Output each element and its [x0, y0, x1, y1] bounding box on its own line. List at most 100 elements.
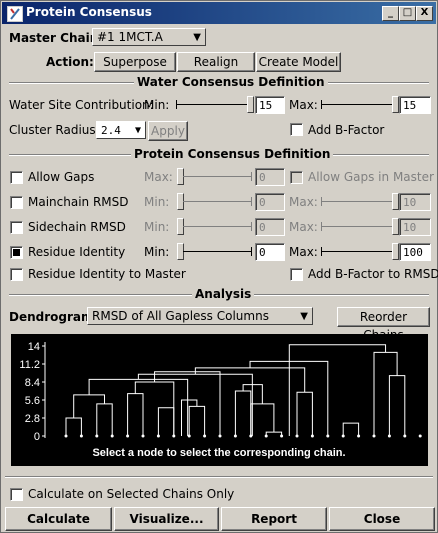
mainchain-max-track[interactable]	[322, 201, 394, 202]
dendrogram-value: RMSD of All Gapless Columns	[92, 309, 269, 323]
identity-to-master-label: Residue Identity to Master	[28, 267, 186, 281]
identity-min-field[interactable]: 0	[255, 243, 285, 261]
allow-gaps-master-checkbox[interactable]	[290, 171, 303, 184]
dendrogram-link[interactable]	[250, 403, 275, 436]
residue-identity-label: Residue Identity	[28, 245, 126, 259]
water-min-slider-thumb[interactable]	[247, 96, 254, 113]
water-min-slider-track[interactable]	[177, 104, 251, 105]
dendrogram-link[interactable]	[96, 403, 113, 436]
mainchain-max-thumb[interactable]	[392, 193, 399, 210]
identity-to-master-checkbox[interactable]	[10, 268, 23, 281]
visualize-button[interactable]: Visualize...	[114, 507, 219, 531]
residue-identity-checkbox[interactable]	[10, 246, 23, 259]
dendrogram-chart[interactable]: 14 11.2 8.4 5.6 2.8 0 Select a node to select …	[11, 334, 428, 466]
y-tick-label: 5.6	[25, 395, 40, 407]
dendrogram-link[interactable]	[288, 344, 387, 436]
action-label: Action:	[46, 55, 94, 69]
close-window-button[interactable]: X	[416, 6, 433, 21]
mainchain-rmsd-checkbox[interactable]	[10, 196, 23, 209]
calculate-button[interactable]: Calculate	[5, 507, 112, 531]
apply-button[interactable]: Apply	[148, 121, 188, 141]
minimize-button[interactable]: _	[382, 6, 399, 21]
report-button[interactable]: Report	[221, 507, 327, 531]
dendrogram-link[interactable]	[65, 417, 82, 436]
dendrogram-link[interactable]	[388, 375, 406, 436]
chevron-down-icon: ▼	[300, 311, 308, 322]
water-section-heading: Water Consensus Definition	[134, 75, 328, 89]
add-bfactor-checkbox[interactable]	[290, 123, 303, 136]
sidechain-rmsd-checkbox[interactable]	[10, 221, 23, 234]
water-min-label: Min:	[144, 98, 170, 112]
dendrogram-label: Dendrogram:	[9, 310, 99, 324]
dendrogram-link[interactable]	[157, 407, 175, 436]
dendrogram-link[interactable]	[73, 394, 105, 418]
add-bfactor-label: Add B-Factor	[308, 123, 385, 137]
allow-gaps-slider-end	[251, 172, 252, 181]
chevron-down-icon: ▼	[193, 32, 201, 43]
sidechain-max-track[interactable]	[322, 226, 394, 227]
identity-min-label: Min:	[144, 245, 170, 259]
master-chain-label: Master Chain:	[9, 31, 104, 45]
chevron-down-icon: ▼	[134, 125, 141, 136]
dendrogram-caption: Select a node to select the correspondin…	[92, 447, 345, 459]
dendrogram-select[interactable]: RMSD of All Gapless Columns ▼	[87, 307, 313, 325]
dendrogram-link[interactable]	[296, 391, 313, 436]
identity-min-end	[251, 247, 252, 256]
mainchain-min-end	[251, 197, 252, 206]
dendrogram-link[interactable]	[188, 405, 206, 436]
mainchain-max-label: Max:	[289, 195, 318, 209]
title-bar: Protein Consensus _ □ X	[2, 2, 436, 24]
identity-max-thumb[interactable]	[392, 243, 399, 260]
identity-max-field[interactable]: 100	[399, 243, 431, 261]
allow-gaps-checkbox[interactable]	[10, 171, 23, 184]
sidechain-max-field[interactable]: 10	[399, 218, 431, 236]
dendrogram-panel[interactable]: 14 11.2 8.4 5.6 2.8 0 Select a node to select …	[11, 334, 428, 466]
sidechain-min-field[interactable]: 0	[255, 218, 285, 236]
dendrogram-link[interactable]	[373, 351, 398, 436]
sidechain-rmsd-label: Sidechain RMSD	[28, 220, 126, 234]
close-button[interactable]: Close	[329, 507, 435, 531]
identity-max-track[interactable]	[322, 251, 394, 252]
mainchain-min-label: Min:	[144, 195, 170, 209]
water-min-field[interactable]: 15	[255, 96, 285, 114]
leaf-node[interactable]	[418, 434, 422, 438]
dendrogram-link[interactable]	[127, 393, 144, 436]
realign-button[interactable]: Realign	[177, 52, 255, 72]
dendrogram-link[interactable]	[265, 431, 283, 436]
protein-consensus-window: Protein Consensus _ □ X Master Chain: #1…	[0, 0, 438, 533]
app-icon	[7, 6, 23, 22]
allow-gaps-field[interactable]: 0	[255, 168, 285, 186]
identity-max-label: Max:	[289, 245, 318, 259]
allow-gaps-slider-track[interactable]	[183, 176, 251, 177]
dendrogram-link[interactable]	[134, 381, 175, 436]
add-bfactor-rmsd-label: Add B-Factor to RMSD	[308, 267, 438, 281]
water-max-field[interactable]: 15	[399, 96, 431, 114]
superpose-button[interactable]: Superpose	[94, 52, 176, 72]
y-tick-label: 2.8	[25, 413, 40, 425]
water-max-slider-thumb[interactable]	[392, 96, 399, 113]
create-model-button[interactable]: Create Model	[256, 52, 341, 72]
analysis-section-heading: Analysis	[192, 287, 255, 301]
sidechain-max-thumb[interactable]	[392, 218, 399, 235]
add-bfactor-rmsd-checkbox[interactable]	[290, 268, 303, 281]
y-tick-label: 11.2	[19, 359, 40, 371]
sidechain-min-label: Min:	[144, 220, 170, 234]
dendrogram-link[interactable]	[234, 390, 252, 436]
bottom-separator	[5, 476, 433, 478]
water-max-slider-track[interactable]	[322, 104, 396, 105]
sidechain-min-track[interactable]	[183, 226, 251, 227]
sidechain-max-label: Max:	[289, 220, 318, 234]
reorder-chains-button[interactable]: Reorder Chains	[337, 307, 430, 342]
identity-min-track[interactable]	[183, 251, 251, 252]
mainchain-min-field[interactable]: 0	[255, 193, 285, 211]
allow-gaps-master-label: Allow Gaps in Master	[308, 170, 434, 184]
maximize-button[interactable]: □	[399, 6, 416, 21]
protein-section-heading: Protein Consensus Definition	[131, 147, 334, 161]
mainchain-min-track[interactable]	[183, 201, 251, 202]
cluster-radius-select[interactable]: 2.4 ▼	[96, 121, 146, 139]
master-chain-select[interactable]: #1 1MCT.A ▼	[92, 28, 206, 46]
dendrogram-link[interactable]	[342, 422, 360, 436]
calc-selected-checkbox[interactable]	[10, 488, 23, 501]
mainchain-max-field[interactable]: 10	[399, 193, 431, 211]
y-tick-label: 8.4	[25, 377, 40, 389]
